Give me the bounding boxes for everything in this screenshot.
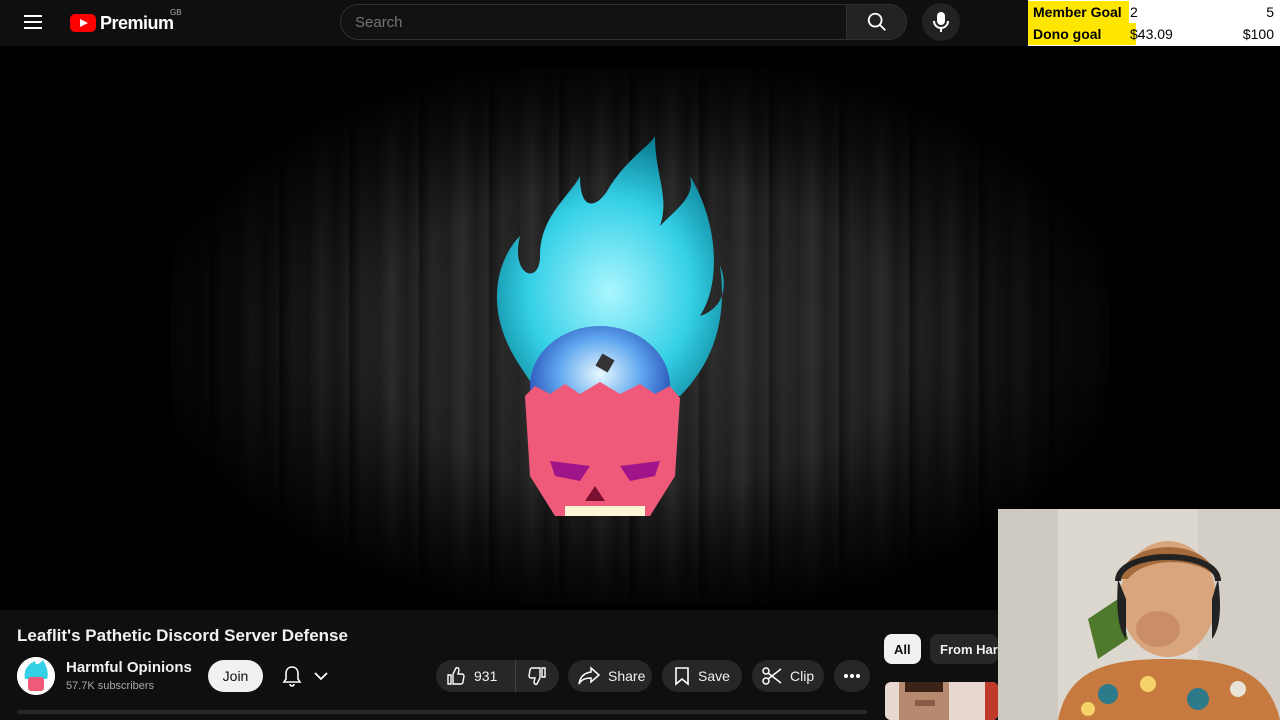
- dono-goal-current: $43.09: [1130, 26, 1173, 42]
- region-code: GB: [170, 8, 182, 17]
- like-dislike-group: 931: [436, 660, 559, 692]
- voice-search-button[interactable]: [922, 3, 960, 41]
- notification-button[interactable]: [274, 660, 344, 692]
- chip-from-channel[interactable]: From Har: [930, 634, 998, 664]
- dono-goal-label: Dono goal: [1033, 26, 1102, 42]
- more-horizontal-icon: [844, 674, 860, 678]
- description-divider: [17, 710, 867, 714]
- join-button[interactable]: Join: [208, 660, 263, 692]
- stream-goals-overlay: Member Goal 2 5 Dono goal $43.09 $100: [1028, 0, 1280, 46]
- search-input[interactable]: [355, 5, 835, 39]
- member-goal-target: 5: [1266, 4, 1274, 20]
- scissors-icon: [762, 667, 782, 685]
- save-button[interactable]: Save: [662, 660, 742, 692]
- bookmark-icon: [675, 667, 689, 686]
- search-icon: [867, 12, 886, 31]
- member-goal-row: Member Goal 2 5: [1028, 1, 1280, 23]
- search-box[interactable]: [340, 4, 847, 40]
- chip-all[interactable]: All: [884, 634, 921, 664]
- top-bar: Premium GB Member Goal 2 5 Dono goal $43…: [0, 0, 1280, 46]
- member-goal-label: Member Goal: [1033, 4, 1122, 20]
- dono-goal-row: Dono goal $43.09 $100: [1028, 23, 1280, 45]
- channel-name[interactable]: Harmful Opinions: [66, 659, 192, 676]
- menu-button[interactable]: [24, 10, 48, 34]
- mic-icon: [933, 12, 949, 32]
- channel-avatar[interactable]: [17, 657, 55, 695]
- like-count: 931: [474, 668, 498, 684]
- menu-icon: [24, 15, 42, 17]
- thumbs-up-icon: [447, 666, 465, 685]
- member-goal-current: 2: [1130, 4, 1138, 20]
- dono-goal-target: $100: [1242, 26, 1274, 42]
- dislike-button[interactable]: [516, 660, 558, 692]
- youtube-premium-logo[interactable]: Premium: [70, 12, 174, 34]
- search-button[interactable]: [847, 4, 907, 40]
- flaming-skull-artwork: [496, 136, 724, 516]
- video-title: Leaflit's Pathetic Discord Server Defens…: [17, 626, 348, 645]
- share-icon: [578, 666, 600, 685]
- channel-avatar-image: [17, 657, 55, 695]
- share-button[interactable]: Share: [568, 660, 652, 692]
- bell-icon: [282, 666, 302, 687]
- thumbs-down-icon: [528, 667, 546, 686]
- youtube-logo-icon: [70, 14, 96, 32]
- webcam-overlay: [998, 509, 1280, 720]
- save-label: Save: [698, 668, 730, 684]
- like-button[interactable]: 931: [436, 660, 516, 692]
- chevron-down-icon: [314, 672, 328, 681]
- clip-button[interactable]: Clip: [752, 660, 824, 692]
- thumbnail-image: [885, 682, 998, 720]
- subscriber-count: 57.7K subscribers: [66, 680, 155, 692]
- clip-label: Clip: [790, 668, 815, 684]
- webcam-streamer-image: [998, 509, 1280, 720]
- recommended-video-thumbnail[interactable]: [885, 682, 998, 720]
- share-label: Share: [608, 668, 646, 684]
- more-actions-button[interactable]: [834, 660, 870, 692]
- logo-text: Premium: [100, 12, 174, 33]
